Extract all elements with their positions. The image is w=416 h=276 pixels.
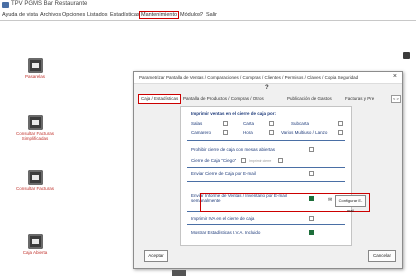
facturas-simplificadas-icon [27, 115, 43, 130]
pasarelas-icon [27, 58, 43, 73]
window-titlebar: TPV PGMS Bar Restaurante [0, 0, 416, 11]
print-close-checkbox[interactable] [278, 158, 283, 163]
settings-dialog: Parametrizar Pantalla de Ventas / Compar… [133, 52, 410, 269]
section-divider [187, 167, 345, 168]
opt-varios-checkbox[interactable] [338, 130, 343, 135]
blind-close-checkbox[interactable] [241, 158, 246, 163]
menu-item-opciones[interactable]: Opciones [62, 12, 85, 18]
menu-item-archivos[interactable]: Archivos [40, 12, 61, 18]
menu-bar: Ayuda de vista Archivos Opciones Listado… [0, 11, 416, 20]
desktop-icon-pasarelas[interactable]: Pasarelas [12, 58, 58, 79]
app-icon [2, 2, 9, 8]
tab-publicacion-gastos[interactable]: Publicación de Gastos [285, 95, 334, 103]
tab-pantalla-productos[interactable]: Pantalla de Productos / Compras / Otros [181, 95, 266, 103]
tab-strip: Caja / Estadísticas Pantalla de Producto… [138, 94, 401, 104]
print-vat-checkbox[interactable] [309, 216, 314, 221]
desktop-icon-label: Consultar Facturas [15, 186, 54, 191]
opt-salas-label: Salas [191, 121, 203, 126]
settings-panel: Imprimir ventas en el cierre de caja por… [180, 106, 352, 246]
opt-carta-checkbox[interactable] [269, 121, 274, 126]
cancel-button[interactable]: Cancelar [368, 250, 396, 262]
forbid-close-label: Prohibir cierre de caja con mesas abiert… [191, 147, 276, 152]
menu-item-help[interactable]: ? [200, 12, 203, 18]
show-stats-checkbox[interactable] [309, 230, 314, 235]
close-icon[interactable]: × [393, 73, 397, 80]
print-header-label: Imprimir ventas en el cierre de caja por… [191, 111, 277, 116]
opt-hora-label: Hora [243, 130, 253, 135]
menu-item-estadisticas[interactable]: Estadísticas [110, 12, 140, 18]
opt-subcarta-label: Subcarta [291, 121, 310, 126]
menu-item-modulos[interactable]: Módulos [180, 12, 201, 18]
menu-item-mantenimiento[interactable]: Mantenimiento [139, 11, 180, 19]
help-button[interactable]: ? [265, 85, 269, 91]
workspace-divider [0, 20, 416, 21]
desktop-icon-caja[interactable]: Caja Abierta [12, 234, 58, 255]
desktop-icon-facturas[interactable]: Consultar Facturas [12, 170, 58, 191]
section-divider [187, 224, 345, 225]
section-divider [187, 140, 345, 141]
hidden-app-icon [403, 52, 410, 59]
accept-button[interactable]: Aceptar [144, 250, 168, 262]
show-stats-label: Mostrar Estadísticas I.V.A. Incluido [191, 230, 261, 235]
window-title: TPV PGMS Bar Restaurante [11, 1, 88, 7]
opt-subcarta-checkbox[interactable] [338, 121, 343, 126]
print-close-label: Imprimir cierre [249, 159, 272, 163]
desktop-icon-label: Consultar Facturas Simplificadas [15, 131, 54, 141]
send-close-email-checkbox[interactable] [309, 171, 314, 176]
menu-item-listados[interactable]: Listados [87, 12, 108, 18]
section-divider [187, 181, 345, 182]
opt-carta-label: Carta [243, 121, 255, 126]
blind-close-label: Cierre de Caja "Ciego" [191, 158, 237, 163]
opt-salas-checkbox[interactable] [223, 121, 228, 126]
partial-desktop-icon [172, 270, 186, 276]
desktop-icon-facturas-simplificadas[interactable]: Consultar Facturas Simplificadas [12, 115, 58, 141]
forbid-close-checkbox[interactable] [309, 147, 314, 152]
tab-caja-estadisticas[interactable]: Caja / Estadísticas [138, 94, 182, 104]
opt-camarero-label: Camarero [191, 130, 212, 135]
opt-hora-checkbox[interactable] [269, 130, 274, 135]
send-close-email-label: Enviar Cierre de Caja por E-mail [191, 171, 256, 176]
configure-email-button[interactable]: Configurar E-mail [335, 195, 366, 213]
tab-facturas[interactable]: Facturas y Pre [343, 95, 376, 103]
opt-camarero-checkbox[interactable] [223, 130, 228, 135]
mail-icon: ✉ [328, 197, 333, 203]
menu-item-ayuda[interactable]: Ayuda de vista [2, 12, 38, 18]
print-vat-label: Imprimir IVA en el cierre de caja [191, 216, 255, 221]
opt-varios-label: Varios Multiuso / Lanzo [281, 130, 328, 135]
caja-icon [27, 234, 43, 249]
desktop-icon-label: Pasarelas [24, 74, 45, 79]
dialog-title: Parametrizar Pantalla de Ventas / Compar… [139, 75, 359, 80]
menu-item-salir[interactable]: Salir [206, 12, 217, 18]
desktop-icon-label: Caja Abierta [22, 250, 48, 255]
dialog-titlebar: Parametrizar Pantalla de Ventas / Compar… [134, 72, 402, 84]
tab-scroll-arrows[interactable]: < > [391, 95, 401, 103]
facturas-icon [27, 170, 43, 185]
